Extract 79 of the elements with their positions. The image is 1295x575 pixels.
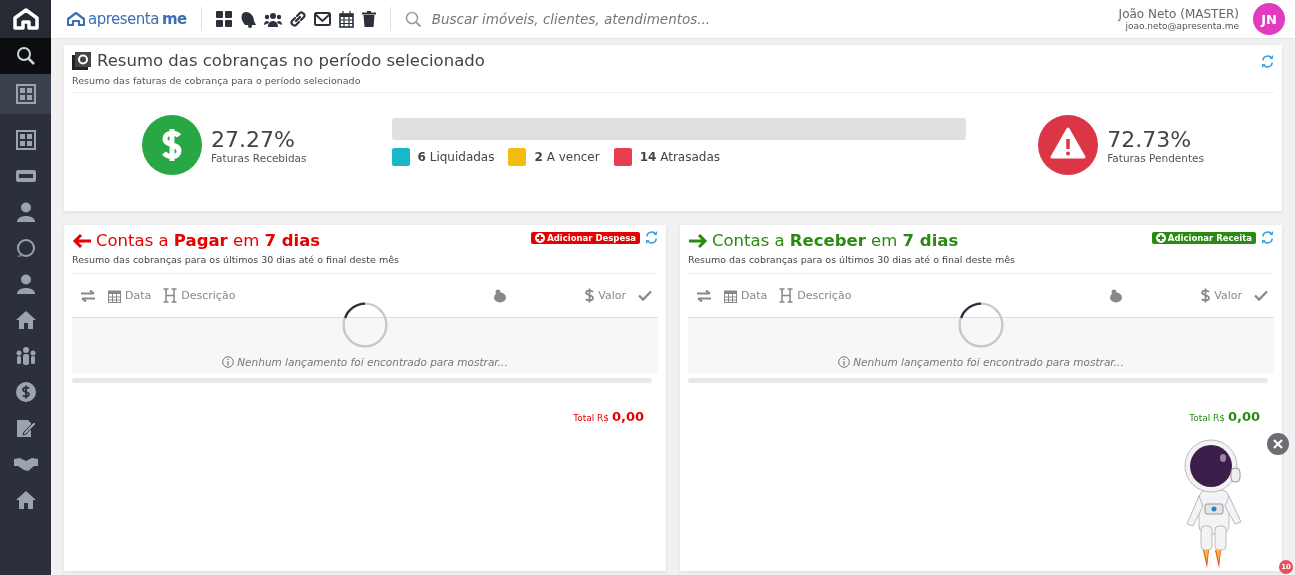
loading-spinner bbox=[958, 302, 1004, 348]
heading-icon bbox=[163, 288, 178, 303]
total-label: Total R$ bbox=[1189, 413, 1226, 423]
dashboard-icon[interactable] bbox=[215, 11, 232, 27]
panel-title: Contas a Pagar em 7 dias bbox=[96, 231, 321, 250]
right-arrow-icon bbox=[688, 232, 708, 249]
dollar-icon bbox=[585, 288, 595, 303]
panel-subtitle: Resumo das cobranças para os últimos 30 dias até o final deste mês bbox=[72, 254, 399, 265]
new-tag-icon bbox=[15, 170, 36, 182]
pending-label: Faturas Pendentes bbox=[1107, 151, 1204, 164]
dashboard-icon bbox=[15, 84, 36, 104]
link-icon[interactable] bbox=[289, 11, 306, 27]
loading-spinner bbox=[342, 302, 388, 348]
panel-title: Contas a Receber em 7 dias bbox=[712, 231, 959, 250]
user-icon bbox=[16, 274, 35, 294]
close-icon bbox=[1273, 439, 1283, 449]
legend-label: 6 Liquidadas bbox=[417, 150, 495, 164]
add-button[interactable]: Adicionar Despesa bbox=[531, 231, 640, 244]
column-header[interactable]: Descrição bbox=[163, 288, 236, 303]
calendar-icon bbox=[724, 288, 737, 303]
search-icon bbox=[15, 46, 36, 66]
user-icon bbox=[16, 202, 35, 222]
close-button[interactable] bbox=[1267, 433, 1289, 455]
transfer-icon[interactable] bbox=[696, 289, 712, 302]
mail-icon[interactable] bbox=[313, 12, 331, 26]
dollar-circle-icon bbox=[142, 115, 202, 175]
user-avatar[interactable]: JN bbox=[1253, 3, 1285, 35]
dollar-icon bbox=[1201, 288, 1211, 303]
money-icon bbox=[72, 51, 92, 70]
total-value: 0,00 bbox=[611, 409, 644, 424]
heading-icon bbox=[779, 288, 794, 303]
total-value: 0,00 bbox=[1227, 409, 1260, 424]
received-percent: 27.27% bbox=[211, 126, 296, 152]
add-button[interactable]: Adicionar Receita bbox=[1151, 231, 1256, 244]
user-email: joao.neto@apresenta.me bbox=[1124, 21, 1239, 31]
user-name: João Neto (MASTER) bbox=[1118, 7, 1239, 21]
people-icon[interactable] bbox=[263, 11, 282, 27]
calendar-icon[interactable] bbox=[338, 10, 354, 28]
calendar-icon bbox=[108, 288, 121, 303]
transfer-icon[interactable] bbox=[80, 289, 96, 302]
column-header[interactable]: Data bbox=[108, 288, 152, 303]
legend-label: 14 Atrasadas bbox=[639, 150, 720, 164]
check-icon[interactable] bbox=[1254, 290, 1268, 301]
left-arrow-icon bbox=[72, 232, 92, 249]
summary-title: Resumo das cobranças no período selecionado bbox=[97, 51, 485, 70]
plus-circle-icon bbox=[535, 232, 546, 243]
dashboard-icon bbox=[15, 130, 36, 150]
empty-message: Nenhum lançamento foi encontrado para mostrar... bbox=[222, 356, 508, 368]
signature-icon bbox=[15, 418, 36, 438]
pending-percent: 72.73% bbox=[1107, 126, 1193, 152]
plus-circle-icon bbox=[1155, 232, 1166, 243]
check-icon[interactable] bbox=[638, 290, 652, 301]
info-icon bbox=[838, 356, 851, 368]
warning-circle-icon bbox=[1038, 115, 1099, 175]
received-label: Faturas Recebidas bbox=[211, 151, 307, 164]
summary-subtitle: Resumo das faturas de cobrança para o período selecionado bbox=[72, 75, 362, 86]
column-header[interactable]: Descrição bbox=[779, 288, 852, 303]
bell-icon[interactable] bbox=[239, 10, 256, 28]
search-icon[interactable] bbox=[404, 10, 422, 28]
brand-logo[interactable]: apresenta me bbox=[67, 10, 187, 28]
refresh-icon[interactable] bbox=[1261, 231, 1274, 244]
column-header[interactable]: Valor bbox=[1201, 288, 1242, 303]
trash-icon[interactable] bbox=[361, 11, 376, 27]
house-icon bbox=[14, 490, 37, 510]
legend-label: 2 A vencer bbox=[534, 150, 600, 164]
refresh-icon[interactable] bbox=[1261, 55, 1274, 68]
dollar-coin-icon bbox=[15, 382, 36, 402]
column-header[interactable]: Data bbox=[724, 288, 768, 303]
people-icon bbox=[14, 346, 37, 366]
refresh-icon[interactable] bbox=[645, 231, 658, 244]
panel-subtitle: Resumo das cobranças para os últimos 30 dias até o final deste mês bbox=[688, 254, 1015, 265]
house-icon bbox=[14, 310, 37, 330]
info-icon bbox=[222, 356, 235, 368]
total-label: Total R$ bbox=[573, 413, 610, 423]
logo-icon[interactable] bbox=[12, 8, 39, 30]
chat-bubble-icon bbox=[15, 238, 36, 258]
sidebar-item[interactable] bbox=[0, 38, 51, 74]
empty-message: Nenhum lançamento foi encontrado para mostrar... bbox=[838, 356, 1124, 368]
column-header[interactable]: Valor bbox=[585, 288, 626, 303]
